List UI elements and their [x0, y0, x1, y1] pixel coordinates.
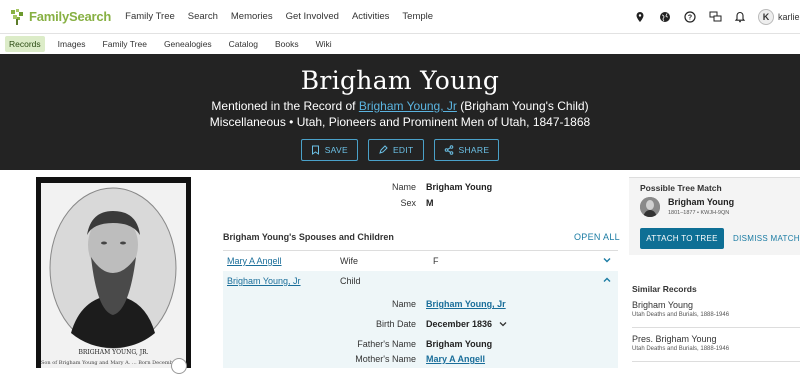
- subnav-records[interactable]: Records: [5, 36, 45, 52]
- subnav-catalog[interactable]: Catalog: [225, 36, 262, 52]
- relative-relationship: Wife: [340, 256, 358, 266]
- subnav-wiki[interactable]: Wiki: [312, 36, 336, 52]
- subnav-family-tree[interactable]: Family Tree: [99, 36, 151, 52]
- pencil-icon: [379, 145, 388, 154]
- subnav-genealogies[interactable]: Genealogies: [160, 36, 216, 52]
- username[interactable]: karlie: [778, 12, 800, 22]
- share-button[interactable]: SHARE: [433, 139, 500, 161]
- possible-tree-match-card: Possible Tree Match Brigham Young 1801–1…: [629, 177, 800, 255]
- similar-record-name[interactable]: Pres. Brigham Young: [632, 334, 800, 344]
- user-avatar[interactable]: K: [758, 9, 774, 25]
- subnav-books[interactable]: Books: [271, 36, 303, 52]
- birth-date-label: Birth Date: [375, 319, 416, 329]
- relative-relationship: Child: [340, 276, 361, 286]
- relatives-section-title: Brigham Young's Spouses and Children: [223, 232, 394, 242]
- relative-name-link[interactable]: Mary A Angell: [227, 256, 282, 266]
- father-name-value: Brigham Young: [426, 339, 493, 349]
- record-header: Brigham Young Mentioned in the Record of…: [0, 54, 800, 170]
- nav-memories[interactable]: Memories: [231, 11, 273, 22]
- bell-icon[interactable]: [730, 7, 750, 27]
- save-button[interactable]: SAVE: [300, 139, 358, 161]
- dismiss-match-button[interactable]: DISMISS MATCH: [733, 234, 800, 243]
- photo-subcaption: Son of Brigham Young and Mary A. ... Bor…: [41, 360, 186, 366]
- attach-to-tree-button[interactable]: ATTACH TO TREE: [640, 228, 724, 249]
- svg-text:?: ?: [688, 15, 692, 22]
- relative-name-link[interactable]: Brigham Young, Jr: [227, 276, 301, 286]
- share-icon: [444, 145, 453, 155]
- logo-text: FamilySearch: [29, 9, 112, 24]
- nav-activities[interactable]: Activities: [352, 11, 389, 22]
- relative-row[interactable]: Mary A Angell Wife F: [223, 250, 618, 270]
- chevron-down-icon[interactable]: [602, 256, 612, 264]
- bookmark-icon: [311, 145, 319, 155]
- birth-date-value: December 1836: [426, 319, 493, 329]
- collection-info: Miscellaneous • Utah, Pioneers and Promi…: [209, 115, 591, 129]
- similar-records-title: Similar Records: [632, 284, 697, 294]
- child-name-link[interactable]: Brigham Young, Jr: [426, 299, 506, 309]
- tree-match-name[interactable]: Brigham Young: [668, 197, 734, 207]
- top-navigation: FamilySearch Family Tree Search Memories…: [0, 0, 800, 34]
- nav-temple[interactable]: Temple: [402, 11, 433, 22]
- father-name-label: Father's Name: [357, 339, 416, 349]
- name-label: Name: [391, 182, 416, 192]
- nav-search[interactable]: Search: [188, 11, 218, 22]
- subnav-images[interactable]: Images: [54, 36, 90, 52]
- record-context: Mentioned in the Record of Brigham Young…: [0, 99, 800, 113]
- similar-record-item[interactable]: Pres. Brigham Young Utah Deaths and Buri…: [632, 334, 800, 362]
- globe-icon[interactable]: [655, 7, 675, 27]
- portrait-image: [49, 187, 177, 349]
- person-portrait: [640, 197, 660, 217]
- open-all-button[interactable]: OPEN ALL: [574, 232, 620, 242]
- chevron-down-icon[interactable]: [498, 320, 508, 328]
- tree-logo-icon: [11, 8, 23, 25]
- mother-name-link[interactable]: Mary A Angell: [426, 354, 485, 364]
- help-icon[interactable]: ?: [680, 7, 700, 27]
- name-value: Brigham Young: [426, 182, 493, 192]
- tree-match-title: Possible Tree Match: [640, 183, 722, 193]
- record-context-suffix: (Brigham Young's Child): [456, 99, 589, 113]
- edit-button[interactable]: EDIT: [367, 139, 424, 161]
- relative-sex: F: [433, 256, 439, 266]
- familysearch-logo[interactable]: FamilySearch: [8, 8, 111, 26]
- messages-icon[interactable]: [705, 7, 725, 27]
- similar-record-name[interactable]: Brigham Young: [632, 300, 800, 310]
- nav-family-tree[interactable]: Family Tree: [125, 11, 175, 22]
- search-subnav: Records Images Family Tree Genealogies C…: [0, 34, 800, 54]
- record-context-prefix: Mentioned in the Record of: [211, 99, 359, 113]
- sex-value: M: [426, 198, 434, 208]
- record-image[interactable]: BRIGHAM YOUNG, JR. Son of Brigham Young …: [36, 177, 191, 374]
- principal-person-link[interactable]: Brigham Young, Jr: [359, 99, 457, 113]
- sex-label: Sex: [400, 198, 416, 208]
- photo-caption: BRIGHAM YOUNG, JR.: [78, 349, 149, 356]
- share-label: SHARE: [458, 145, 490, 155]
- chevron-up-icon[interactable]: [602, 276, 612, 284]
- edit-label: EDIT: [392, 145, 414, 155]
- zoom-image-button[interactable]: [171, 358, 187, 374]
- relative-row[interactable]: Brigham Young, Jr Child: [223, 271, 618, 291]
- similar-record-source: Utah Deaths and Burials, 1888-1946: [632, 312, 730, 318]
- location-pin-icon[interactable]: [630, 7, 650, 27]
- nav-get-involved[interactable]: Get Involved: [286, 11, 339, 22]
- mother-name-label: Mother's Name: [355, 354, 416, 364]
- tree-match-meta: 1801–1877 • KWJH-9QN: [668, 210, 730, 216]
- save-label: SAVE: [324, 145, 348, 155]
- page-title: Brigham Young: [300, 66, 500, 95]
- similar-record-item[interactable]: Brigham Young Utah Deaths and Burials, 1…: [632, 300, 800, 328]
- similar-record-source: Utah Deaths and Burials, 1888-1946: [632, 346, 730, 352]
- child-name-label: Name: [391, 299, 416, 309]
